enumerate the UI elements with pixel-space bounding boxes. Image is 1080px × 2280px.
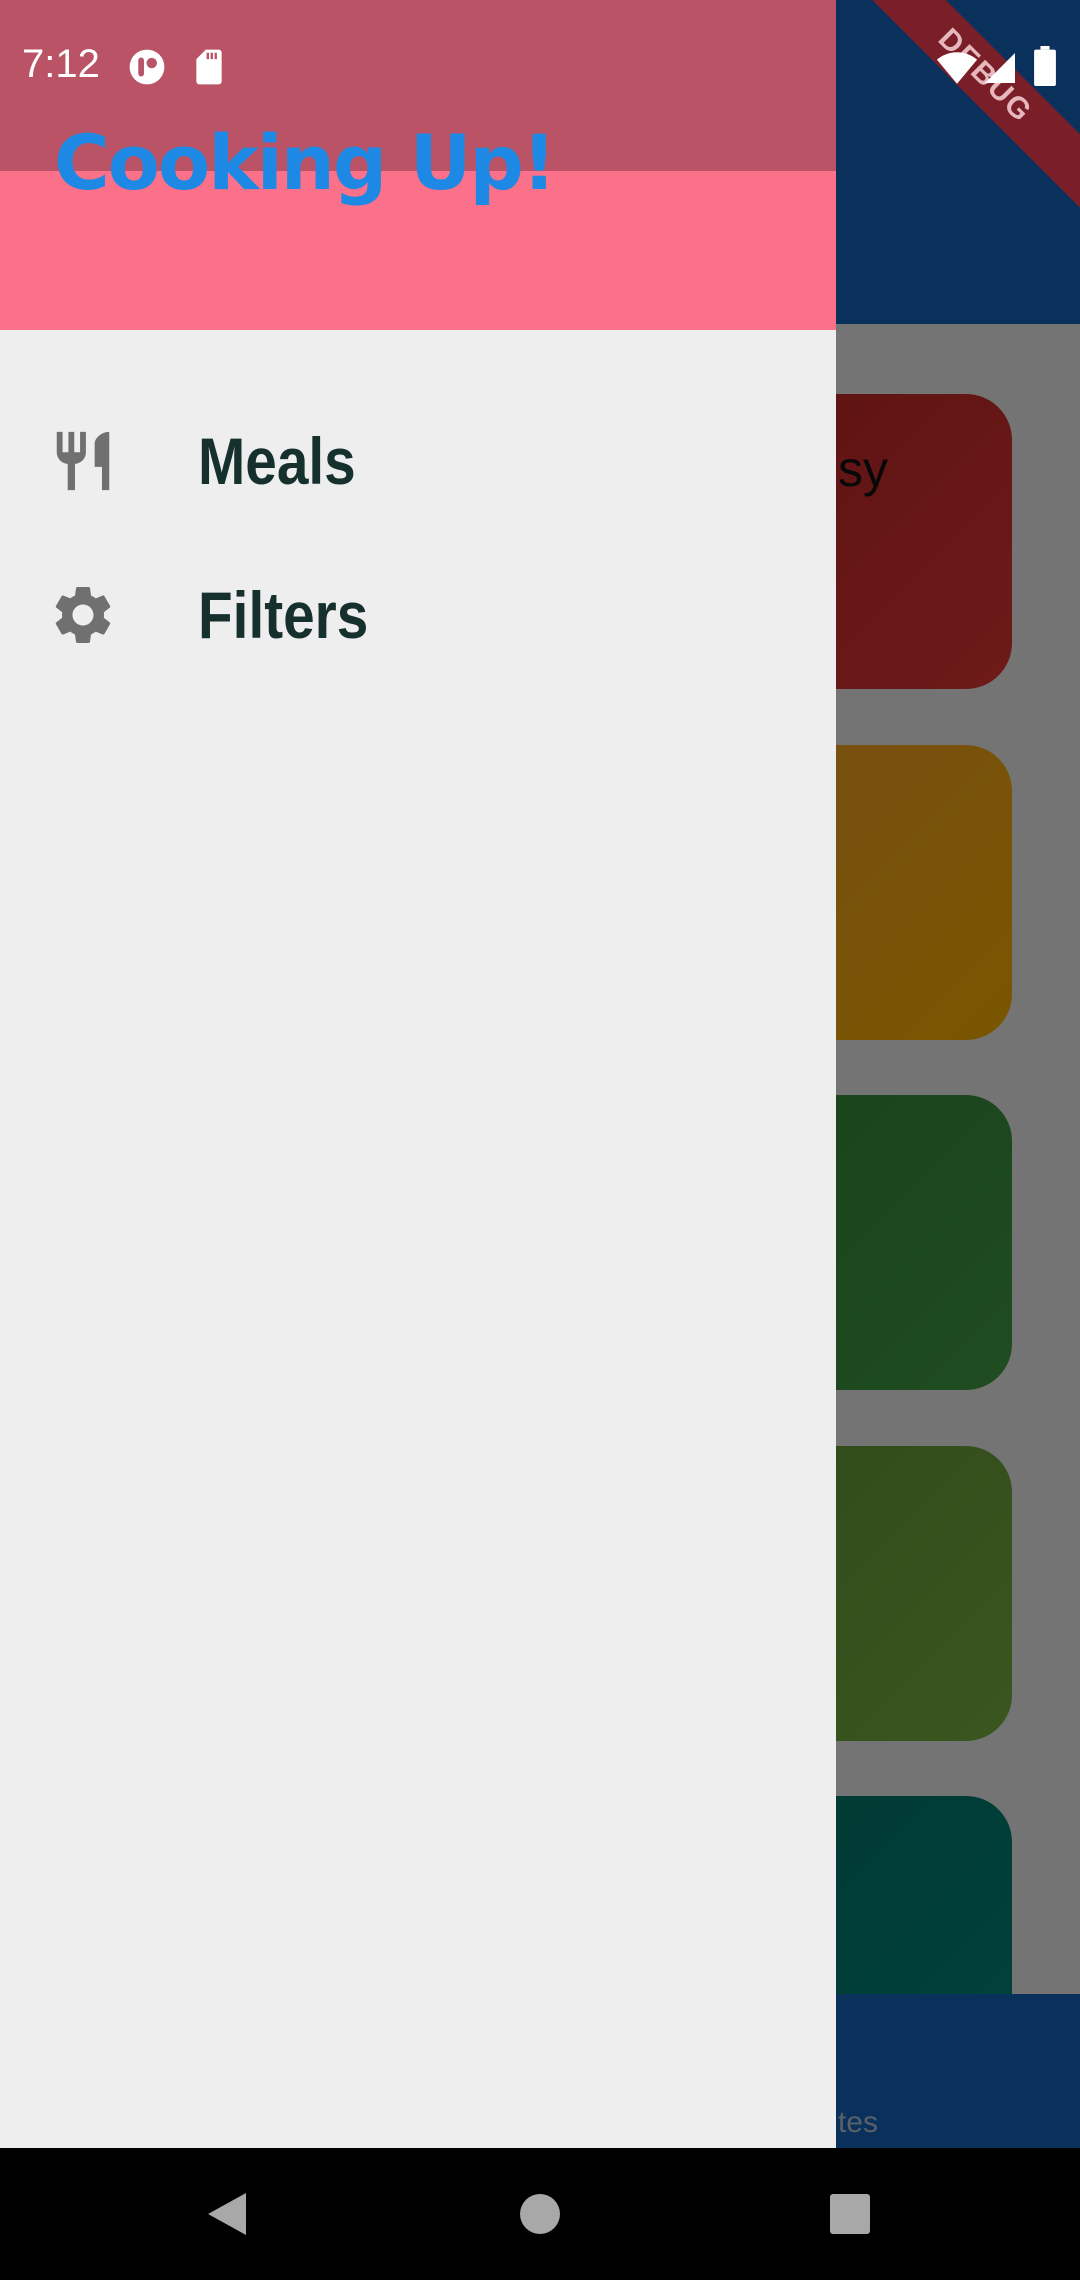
drawer-item-meals[interactable]: Meals	[0, 386, 836, 536]
battery-icon	[1034, 46, 1056, 91]
screen: sy tes DEBUG Cooking Up! Meals	[0, 0, 1080, 2280]
app-notification-icon	[128, 48, 166, 91]
cell-signal-icon	[982, 50, 1018, 91]
recents-button[interactable]	[784, 2148, 916, 2280]
recents-icon	[830, 2194, 870, 2234]
back-button[interactable]	[160, 2148, 292, 2280]
drawer-item-filters[interactable]: Filters	[0, 540, 836, 690]
status-time: 7:12	[22, 42, 100, 86]
wifi-icon	[936, 50, 978, 91]
system-navigation-bar	[0, 2148, 1080, 2280]
back-icon	[208, 2193, 246, 2235]
status-bar: 7:12	[0, 0, 1080, 135]
home-icon	[520, 2194, 560, 2234]
sd-card-icon	[192, 48, 226, 91]
home-button[interactable]	[474, 2148, 606, 2280]
drawer-item-label: Meals	[198, 424, 356, 498]
drawer-item-label: Filters	[198, 578, 369, 652]
settings-icon	[48, 580, 118, 650]
restaurant-icon	[48, 426, 118, 496]
navigation-drawer: Cooking Up! Meals Filters	[0, 0, 836, 2148]
